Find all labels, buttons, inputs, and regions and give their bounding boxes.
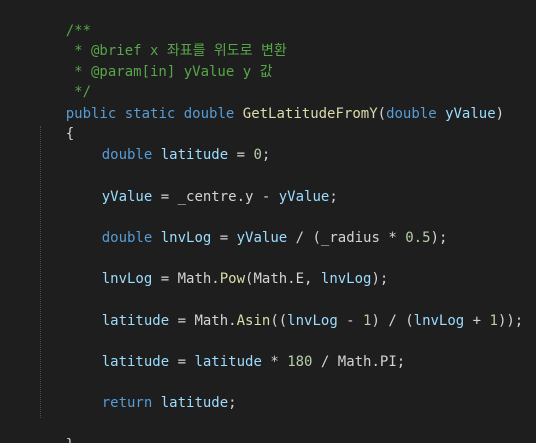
var-yvalue: yValue xyxy=(101,189,153,205)
var-lnvlog-a: lnvLog xyxy=(287,313,338,329)
multiply-op: * xyxy=(379,230,406,246)
var-lnvlog: lnvLog xyxy=(101,271,153,287)
var-yvalue: yValue xyxy=(236,230,288,246)
field-centre-y: _centre.y xyxy=(177,189,254,205)
keyword-return: return xyxy=(101,395,153,411)
doc-comment-open: /** xyxy=(32,1,91,39)
divide-pi: / Math.PI; xyxy=(312,354,406,370)
method-pow: Pow xyxy=(219,271,246,287)
var-latitude: latitude xyxy=(101,313,170,329)
type-double: double xyxy=(101,147,153,163)
method-asin: Asin xyxy=(236,313,271,329)
keyword-return-type: double xyxy=(183,106,235,122)
var-lnvlog-b: lnvLog xyxy=(413,313,465,329)
code-line-2[interactable]: yValue = _centre.y - yValue; xyxy=(68,167,338,205)
semicolon: ; xyxy=(329,189,338,205)
brace-close-text: } xyxy=(66,437,74,443)
close-semicolon: ); xyxy=(430,230,448,246)
doc-comment-brief: * @brief x 좌표를 위도로 변환 xyxy=(32,21,287,59)
number-literal: 0.5 xyxy=(405,230,431,246)
code-line-6[interactable]: latitude = latitude * 180 / Math.PI; xyxy=(68,332,405,370)
var-lnvlog-arg: lnvLog xyxy=(320,271,372,287)
indent-guide xyxy=(40,126,41,418)
plus-op: + xyxy=(464,313,490,329)
code-line-7[interactable]: return latitude; xyxy=(68,373,237,411)
assign-op: = xyxy=(169,354,195,370)
param-type: double xyxy=(386,106,437,122)
var-lnvlog: lnvLog xyxy=(160,230,212,246)
args-open: (Math.E, xyxy=(245,271,321,287)
method-signature[interactable]: public static double GetLatitudeFromY(do… xyxy=(32,84,504,122)
type-double: double xyxy=(101,230,153,246)
code-editor[interactable]: /** * @brief x 좌표를 위도로 변환 * @param[in] y… xyxy=(0,0,536,443)
paren-open: (( xyxy=(270,313,288,329)
assign-op: = xyxy=(211,230,237,246)
var-latitude: latitude xyxy=(101,354,170,370)
open-paren: ( xyxy=(377,106,387,122)
divide-op: / ( xyxy=(287,230,321,246)
doc-comment-param: * @param[in] yValue y 값 xyxy=(32,42,272,80)
assign-math: = Math. xyxy=(152,271,220,287)
number-one-b: 1 xyxy=(489,313,498,329)
var-latitude: latitude xyxy=(160,395,229,411)
var-yvalue-rhs: yValue xyxy=(278,189,330,205)
number-literal: 180 xyxy=(287,354,313,370)
assign-op: = xyxy=(152,189,178,205)
assign-math: = Math. xyxy=(169,313,237,329)
method-name[interactable]: GetLatitudeFromY xyxy=(243,106,378,122)
number-literal: 0 xyxy=(253,147,262,163)
close-paren: ) xyxy=(495,106,505,122)
minus-op: - xyxy=(253,189,279,205)
field-radius: _radius xyxy=(320,230,380,246)
code-line-4[interactable]: lnvLog = Math.Pow(Math.E, lnvLog); xyxy=(68,249,389,287)
close-semicolon: ); xyxy=(371,271,389,287)
code-line-5[interactable]: latitude = Math.Asin((lnvLog - 1) / (lnv… xyxy=(68,291,524,329)
minus-op: - xyxy=(337,313,364,329)
code-line-1[interactable]: double latitude = 0; xyxy=(68,125,271,163)
param-name[interactable]: yValue xyxy=(445,106,496,122)
semicolon: ; xyxy=(261,147,271,163)
var-latitude: latitude xyxy=(160,147,229,163)
assign-op: = xyxy=(228,147,254,163)
doc-comment-param-text: * @param[in] yValue y 값 xyxy=(65,64,273,80)
doc-comment-close: */ xyxy=(32,62,91,100)
multiply-op: * xyxy=(261,354,288,370)
code-line-3[interactable]: double lnvLog = yValue / (_radius * 0.5)… xyxy=(68,208,448,246)
paren-mid: ) / ( xyxy=(371,313,414,329)
brace-open: { xyxy=(32,104,74,142)
var-latitude-rhs: latitude xyxy=(194,354,262,370)
semicolon: ; xyxy=(228,395,237,411)
keyword-static: static xyxy=(124,106,176,122)
brace-close: } xyxy=(32,415,74,443)
close-semicolon: )); xyxy=(497,313,524,329)
